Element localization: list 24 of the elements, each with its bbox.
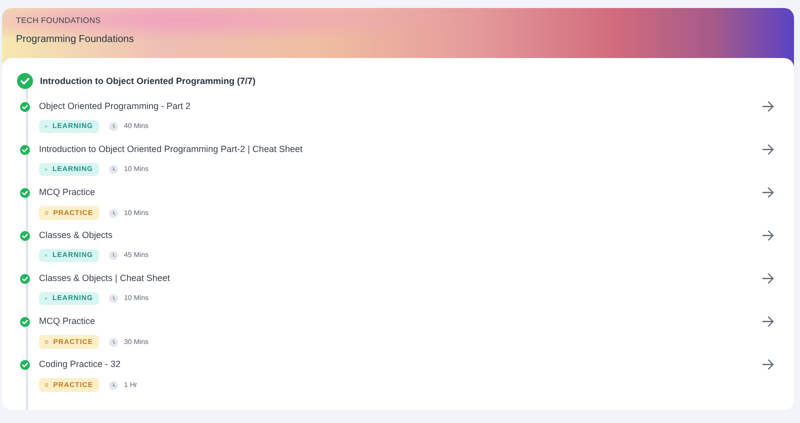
arrow-right-icon[interactable]: [762, 230, 774, 241]
lesson-title: Classes & Objects | Cheat Sheet: [39, 273, 171, 284]
clock-icon: [109, 294, 118, 303]
lesson-title: MCQ Practice: [39, 187, 96, 198]
lesson-title: Introduction to Object Oriented Programming Part-2 | Cheat Sheet: [39, 144, 304, 155]
lesson-title: Object Oriented Programming - Part 2: [39, 101, 192, 112]
arrow-right-icon[interactable]: [762, 316, 774, 327]
clock-icon: [109, 251, 118, 260]
section-title: Introduction to Object Oriented Programming (7/7): [40, 76, 256, 86]
clock-icon: [109, 338, 118, 346]
course-title: Programming Foundations: [16, 34, 135, 45]
arrow-right-icon[interactable]: [762, 359, 774, 370]
arrow-right-icon[interactable]: [762, 144, 774, 155]
arrow-right-icon[interactable]: [762, 187, 774, 198]
arrow-right-icon[interactable]: [762, 101, 774, 112]
clock-icon: [109, 165, 118, 174]
lesson-title: Coding Practice - 32: [39, 359, 122, 370]
lesson-title: Classes & Objects: [39, 230, 114, 241]
lesson-title: MCQ Practice: [39, 316, 96, 327]
category-label: TECH FOUNDATIONS: [16, 16, 102, 25]
arrow-right-icon[interactable]: [762, 273, 774, 284]
clock-icon: [109, 208, 118, 218]
clock-icon: [109, 380, 118, 390]
clock-icon: [109, 122, 118, 131]
